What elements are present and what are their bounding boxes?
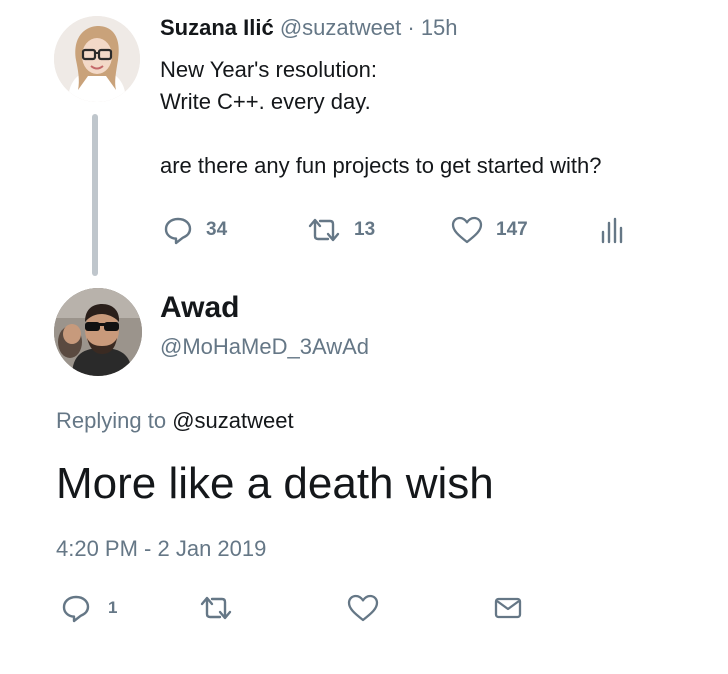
analytics-icon <box>601 217 623 244</box>
reply-message-button[interactable] <box>492 592 524 624</box>
parent-reply-count: 34 <box>206 219 228 240</box>
replying-to-line: Replying to @suzatweet <box>56 406 294 436</box>
parent-analytics-button[interactable] <box>598 214 624 246</box>
avatar-awad[interactable] <box>54 288 142 376</box>
parent-time-ago[interactable]: 15h <box>421 15 458 40</box>
reply-like-button[interactable] <box>346 592 380 624</box>
replying-to-label: Replying to <box>56 408 167 433</box>
heart-icon <box>347 594 379 622</box>
reply-reply-count: 1 <box>108 598 118 617</box>
profile-photo-suzana <box>54 16 140 102</box>
reply-tweet-text: More like a death wish <box>56 459 494 508</box>
profile-photo-awad <box>54 288 142 376</box>
reply-handle[interactable]: @MoHaMeD_3AwAd <box>160 332 369 362</box>
thread-connector-line <box>92 114 98 276</box>
parent-like-button[interactable]: 147 <box>450 214 528 246</box>
retweet-icon <box>200 596 232 620</box>
reply-retweet-button[interactable] <box>196 592 236 624</box>
parent-retweet-count: 13 <box>354 219 376 240</box>
reply-icon <box>62 595 90 623</box>
reply-timestamp[interactable]: 4:20 PM - 2 Jan 2019 <box>56 534 266 564</box>
header-separator: · <box>407 15 415 40</box>
retweet-icon <box>308 218 340 242</box>
parent-display-name[interactable]: Suzana Ilić <box>160 15 274 40</box>
parent-tweet-text: New Year's resolution: Write C++. every … <box>160 57 602 178</box>
parent-retweet-button[interactable]: 13 <box>304 214 375 246</box>
reply-icon <box>164 217 192 245</box>
parent-handle[interactable]: @suzatweet <box>280 15 401 40</box>
heart-icon <box>451 216 483 244</box>
parent-reply-button[interactable]: 34 <box>162 214 227 246</box>
reply-display-name[interactable]: Awad <box>160 290 239 326</box>
envelope-icon <box>494 597 522 619</box>
parent-like-count: 147 <box>496 219 528 240</box>
parent-tweet-header: Suzana Ilić @suzatweet · 15h <box>160 14 458 42</box>
replying-to-mention[interactable]: @suzatweet <box>172 408 293 433</box>
avatar-suzana[interactable] <box>54 16 140 102</box>
reply-reply-button[interactable]: 1 <box>60 592 117 624</box>
